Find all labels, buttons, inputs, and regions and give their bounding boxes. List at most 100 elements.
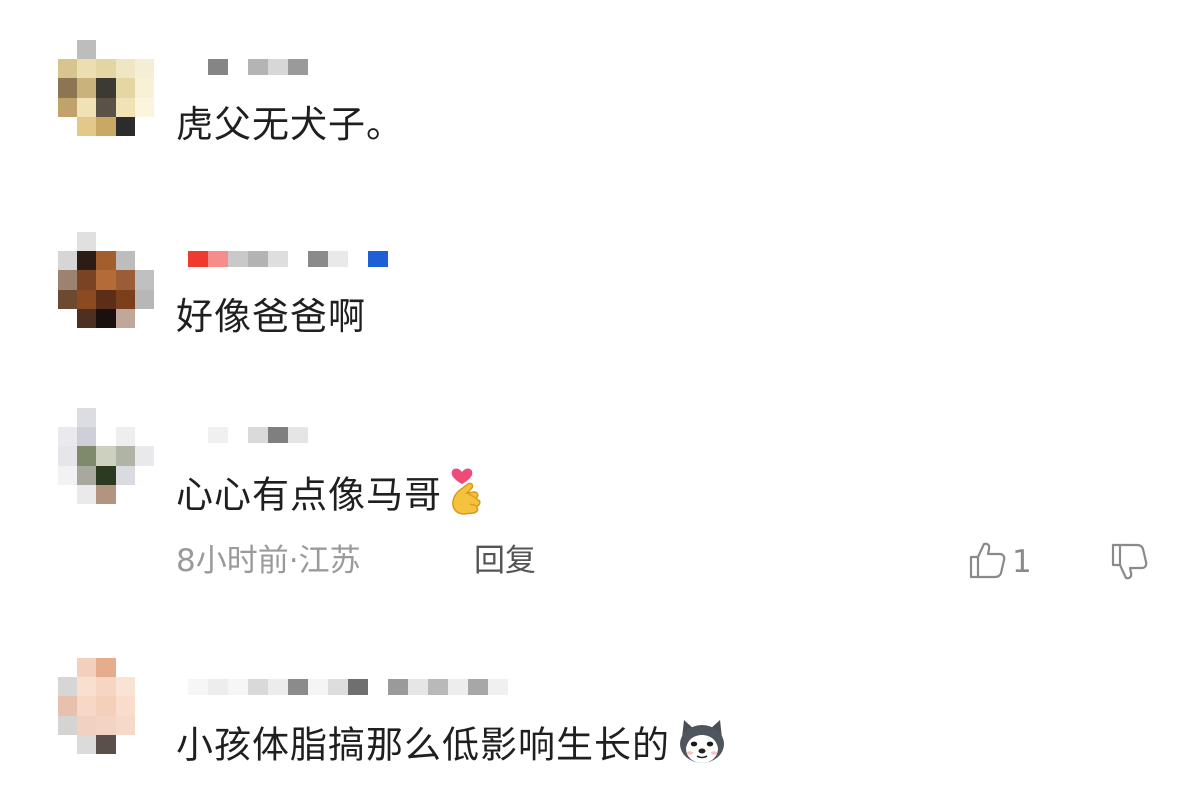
comment-text: 好像爸爸啊 [176,295,366,339]
avatar-pixel [134,427,154,447]
avatar-pixel [96,78,116,98]
avatar-pixel [96,97,116,117]
username-pixel [428,679,448,695]
avatar-pixel [115,484,135,504]
avatar-pixel [77,308,97,328]
avatar-pixel [115,78,135,98]
reply-button[interactable]: 回复 [474,543,536,579]
avatar-pixel [115,97,135,117]
username-pixel [228,679,248,695]
username-pixel [248,679,268,695]
avatar-pixel [134,97,154,117]
avatar-pixel [58,59,78,79]
comment-time-location: 8小时前·江苏 [176,543,361,579]
username-pixel [268,251,288,267]
avatar-pixel [115,658,135,678]
avatar-pixel [96,408,116,428]
avatar-pixel [77,734,97,754]
username-pixel [268,59,288,75]
avatar-pixel [96,734,116,754]
avatar-pixel [96,289,116,309]
avatar-pixel [115,408,135,428]
avatar-pixel [77,232,97,252]
username-pixel [208,59,228,75]
username-pixel [408,679,428,695]
comment-text: 心心有点像马哥 [176,466,488,528]
avatar-pixel [134,465,154,485]
avatar-pixel [96,446,116,466]
avatar-pixel [58,289,78,309]
avatar-pixel [77,289,97,309]
avatar-pixel [77,116,97,136]
username-pixel [288,251,308,267]
avatar-pixel [134,734,154,754]
avatar-pixel [77,78,97,98]
avatar-pixel [58,427,78,447]
avatar[interactable] [58,408,154,504]
avatar-pixel [58,116,78,136]
avatar-pixel [58,40,78,60]
username-pixel [248,251,268,267]
avatar-pixel [77,658,97,678]
username-pixel [348,679,368,695]
avatar[interactable] [58,232,154,328]
comment-text: 小孩体脂搞那么低影响生长的 [176,718,728,776]
finger-heart-emoji-icon [448,466,488,528]
avatar-pixel [134,308,154,328]
thumbs-down-icon [1110,543,1150,586]
username-blurred[interactable] [188,248,388,270]
avatar-pixel [134,408,154,428]
username-pixel [228,251,248,267]
avatar[interactable] [58,40,154,136]
username-pixel [248,427,268,443]
avatar-pixel [115,734,135,754]
avatar-pixel [77,251,97,271]
username-pixel [488,679,508,695]
avatar-pixel [134,270,154,290]
avatar-pixel [77,270,97,290]
avatar-pixel [77,465,97,485]
like-button[interactable]: 1 [968,540,1032,584]
username-pixel [388,679,408,695]
dislike-button[interactable] [1110,542,1150,586]
avatar-pixel [134,251,154,271]
avatar-pixel [115,289,135,309]
username-pixel [208,427,228,443]
username-blurred[interactable] [188,424,308,446]
username-pixel [328,251,348,267]
username-pixel [288,427,308,443]
avatar-pixel [58,408,78,428]
avatar-pixel [96,270,116,290]
avatar-pixel [58,734,78,754]
username-pixel [268,679,288,695]
thumbs-up-icon [968,540,1006,584]
avatar-pixel [58,658,78,678]
avatar-pixel [58,484,78,504]
avatar-pixel [96,696,116,716]
avatar-pixel [96,232,116,252]
username-blurred[interactable] [188,676,508,698]
username-pixel [368,251,388,267]
username-pixel [188,427,208,443]
avatar-pixel [96,40,116,60]
avatar-pixel [115,677,135,697]
avatar[interactable] [58,658,154,754]
username-pixel [328,679,348,695]
avatar-pixel [58,446,78,466]
username-pixel [208,251,228,267]
username-blurred[interactable] [188,56,308,78]
username-pixel [188,251,208,267]
username-pixel [448,679,468,695]
avatar-pixel [134,715,154,735]
avatar-pixel [96,484,116,504]
comment-text-content: 好像爸爸啊 [176,295,366,338]
avatar-pixel [58,308,78,328]
username-pixel [228,59,248,75]
avatar-pixel [77,715,97,735]
avatar-pixel [115,696,135,716]
avatar-pixel [115,232,135,252]
comment-text: 虎父无犬子。 [176,103,404,147]
avatar-pixel [58,715,78,735]
avatar-pixel [58,78,78,98]
comment-meta: 8小时前·江苏 [176,543,361,579]
